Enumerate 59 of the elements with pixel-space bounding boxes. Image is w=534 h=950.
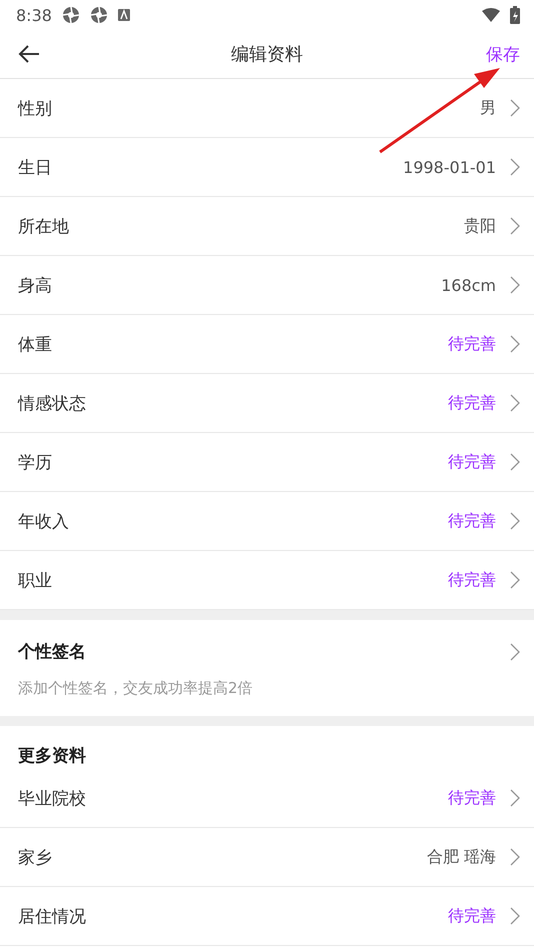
signature-card[interactable]: 个性签名 添加个性签名，交友成功率提高2倍 bbox=[0, 620, 534, 716]
chevron-icon bbox=[510, 217, 520, 235]
row-value: 贵阳 bbox=[464, 216, 496, 236]
save-button[interactable]: 保存 bbox=[486, 38, 520, 70]
row-label: 生日 bbox=[18, 156, 52, 178]
row-label: 家乡 bbox=[18, 846, 52, 868]
chevron-icon bbox=[510, 453, 520, 471]
row-value: 168cm bbox=[441, 276, 496, 294]
wifi-icon bbox=[482, 8, 500, 22]
row-value: 待完善 bbox=[448, 510, 496, 532]
row-label: 居住情况 bbox=[18, 906, 86, 928]
chevron-icon bbox=[510, 512, 520, 530]
profile-row[interactable]: 生日 1998-01-01 bbox=[0, 138, 534, 197]
row-label: 年收入 bbox=[18, 510, 69, 532]
chevron-icon bbox=[510, 158, 520, 176]
row-label: 性别 bbox=[18, 98, 52, 120]
profile-row[interactable]: 身高 168cm bbox=[0, 256, 534, 315]
status-time: 8:38 bbox=[16, 6, 52, 24]
row-value: 待完善 bbox=[448, 906, 496, 926]
row-label: 身高 bbox=[18, 274, 52, 296]
row-label: 职业 bbox=[18, 570, 52, 592]
chevron-icon bbox=[510, 642, 520, 660]
chevron-icon bbox=[510, 99, 520, 117]
notification-icon bbox=[118, 9, 130, 21]
row-label: 体重 bbox=[18, 334, 52, 356]
chevron-icon bbox=[510, 394, 520, 412]
chevron-icon bbox=[510, 571, 520, 589]
signature-hint: 添加个性签名，交友成功率提高2倍 bbox=[18, 679, 254, 698]
row-label: 学历 bbox=[18, 452, 52, 474]
section-title: 更多资料 bbox=[17, 745, 87, 768]
row-value: 待完善 bbox=[448, 392, 496, 414]
chevron-icon bbox=[510, 789, 520, 807]
profile-row[interactable]: 体重 待完善 bbox=[0, 315, 534, 374]
chevron-icon bbox=[510, 907, 520, 925]
row-value: 1998-01-01 bbox=[403, 158, 496, 176]
row-label: 毕业院校 bbox=[18, 788, 86, 810]
profile-row[interactable]: 家乡 合肥 瑶海 bbox=[0, 828, 534, 887]
profile-row[interactable]: 毕业院校 待完善 bbox=[0, 769, 534, 828]
battery-icon bbox=[510, 6, 520, 24]
row-value: 待完善 bbox=[448, 570, 496, 590]
chevron-icon bbox=[510, 848, 520, 866]
row-label: 情感状态 bbox=[18, 392, 86, 414]
aperture-icon bbox=[62, 6, 80, 24]
row-value: 合肥 瑶海 bbox=[426, 846, 496, 868]
row-value: 男 bbox=[480, 98, 496, 118]
aperture-icon bbox=[90, 6, 108, 24]
page-title: 编辑资料 bbox=[231, 43, 303, 66]
row-label: 所在地 bbox=[18, 216, 69, 238]
profile-row[interactable]: 情感状态 待完善 bbox=[0, 374, 534, 433]
profile-row[interactable]: 年收入 待完善 bbox=[0, 492, 534, 551]
chevron-icon bbox=[510, 335, 520, 353]
profile-row[interactable]: 居住情况 待完善 bbox=[0, 887, 534, 946]
profile-row[interactable]: 所在地 贵阳 bbox=[0, 197, 534, 256]
row-value: 待完善 bbox=[448, 452, 496, 472]
row-value: 待完善 bbox=[448, 788, 496, 808]
row-value: 待完善 bbox=[448, 334, 496, 354]
profile-row[interactable]: 学历 待完善 bbox=[0, 433, 534, 492]
section-title: 个性签名 bbox=[18, 641, 86, 663]
chevron-icon bbox=[510, 276, 520, 294]
